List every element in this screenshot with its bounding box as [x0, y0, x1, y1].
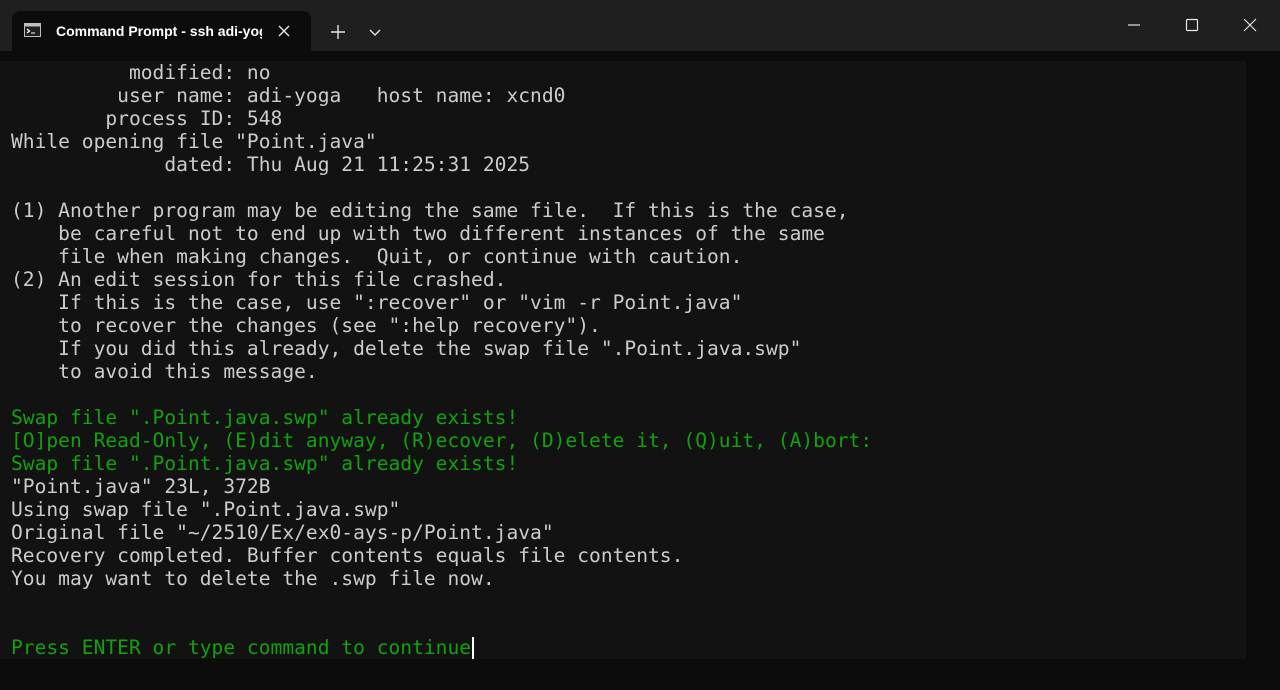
- close-button[interactable]: [1221, 0, 1279, 51]
- terminal-line: You may want to delete the .swp file now…: [11, 567, 495, 590]
- minimize-button[interactable]: [1105, 0, 1163, 51]
- plus-icon[interactable]: [322, 19, 354, 45]
- terminal-line: dated: Thu Aug 21 11:25:31 2025: [11, 153, 531, 176]
- terminal-line: to avoid this message.: [11, 360, 318, 383]
- swap-warning-line: Swap file ".Point.java.swp" already exis…: [11, 452, 519, 475]
- tab-title: Command Prompt - ssh adi-yoga@xcnd0: [56, 23, 262, 39]
- maximize-button[interactable]: [1163, 0, 1221, 51]
- terminal-output: modified: no user name: adi-yoga host na…: [11, 61, 872, 659]
- minimize-icon: [1128, 24, 1140, 26]
- terminal-line: If this is the case, use ":recover" or "…: [11, 291, 743, 314]
- terminal-line: "Point.java" 23L, 372B: [11, 475, 271, 498]
- maximize-icon: [1185, 18, 1199, 32]
- title-bar[interactable]: Command Prompt - ssh adi-yoga@xcnd0: [0, 0, 1280, 51]
- continue-prompt[interactable]: Press ENTER or type command to continue: [11, 636, 872, 659]
- terminal-line: be careful not to end up with two differ…: [11, 222, 825, 245]
- terminal-line: Recovery completed. Buffer contents equa…: [11, 544, 684, 567]
- close-icon[interactable]: [274, 21, 294, 41]
- continue-prompt-text: Press ENTER or type command to continue: [11, 636, 472, 659]
- scrollbar[interactable]: [1266, 61, 1272, 659]
- terminal-line: Using swap file ".Point.java.swp": [11, 498, 401, 521]
- terminal-line: process ID: 548: [11, 107, 283, 130]
- terminal-line: Original file "~/2510/Ex/ex0-ays-p/Point…: [11, 521, 554, 544]
- swap-warning-line: Swap file ".Point.java.swp" already exis…: [11, 406, 519, 429]
- terminal-icon: [24, 23, 41, 37]
- text-cursor: [472, 637, 475, 659]
- swap-options-prompt: [O]pen Read-Only, (E)dit anyway, (R)ecov…: [11, 429, 873, 452]
- tab-command-prompt[interactable]: Command Prompt - ssh adi-yoga@xcnd0: [12, 11, 311, 51]
- terminal-line: (2) An edit session for this file crashe…: [11, 268, 507, 291]
- terminal-line: (1) Another program may be editing the s…: [11, 199, 849, 222]
- chevron-down-icon[interactable]: [361, 19, 389, 45]
- terminal-line: file when making changes. Quit, or conti…: [11, 245, 743, 268]
- terminal-line: If you did this already, delete the swap…: [11, 337, 802, 360]
- terminal-window: Command Prompt - ssh adi-yoga@xcnd0: [0, 0, 1280, 690]
- terminal-line: to recover the changes (see ":help recov…: [11, 314, 601, 337]
- terminal-line: While opening file "Point.java": [11, 130, 377, 153]
- terminal-pane[interactable]: modified: no user name: adi-yoga host na…: [0, 51, 1280, 690]
- close-icon: [1243, 18, 1257, 32]
- terminal-line: modified: no: [11, 61, 271, 84]
- terminal-line: user name: adi-yoga host name: xcnd0: [11, 84, 566, 107]
